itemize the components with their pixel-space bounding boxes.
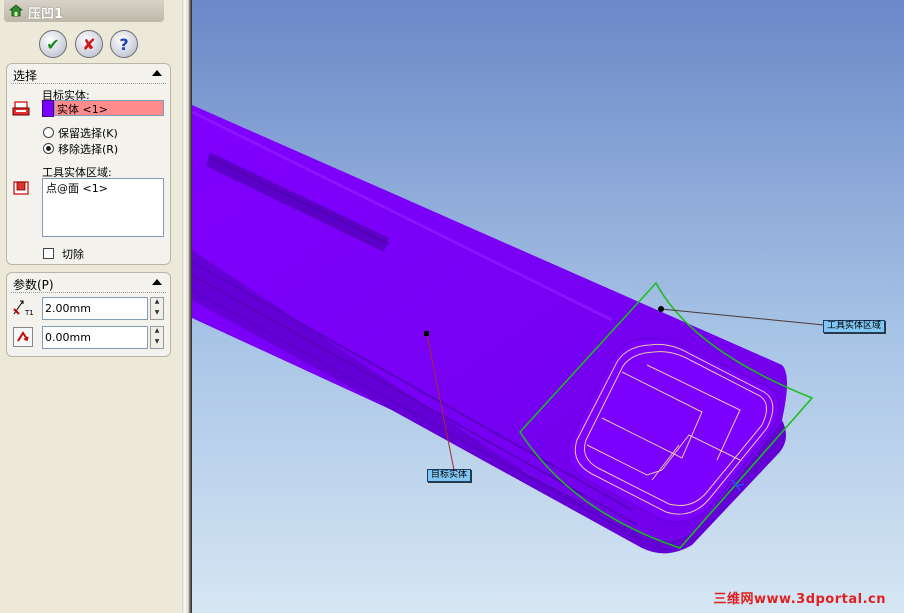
svg-text:T1: T1 [24,309,34,317]
collapse-selection-icon[interactable] [152,70,162,76]
clearance-input[interactable]: 0.00mm [42,326,148,349]
target-body-callout[interactable]: 目标实体 [427,469,472,482]
site-watermark: 三维网www.3dportal.cn [713,592,886,607]
checkmark-icon: ✔ [46,34,60,54]
target-body-value: 实体 <1> [57,103,108,116]
thickness-spinner[interactable]: ▲ ▼ [150,297,164,320]
cancel-button[interactable]: ✘ [75,30,103,58]
parameters-group: 参数(P) T1 2.00mm ▲ ▼ 0.00mm ▲ ▼ [6,272,171,357]
spin-up-icon[interactable]: ▲ [151,298,163,309]
tool-region-selection-box[interactable]: 点@面 <1> [42,178,164,237]
cut-label: 切除 [62,248,84,261]
cut-checkbox[interactable] [43,248,54,259]
panel-splitter[interactable] [182,0,192,613]
selection-group: 选择 目标实体: 实体 <1> 保留选择(K) 移除选择(R) 工具实体区域: … [6,63,171,265]
tool-region-callout-text: 工具实体区域 [827,321,882,331]
graphics-viewport[interactable]: 工具实体区域 目标实体 [192,0,904,613]
clearance-spinner[interactable]: ▲ ▼ [150,326,164,349]
tool-region-value: 点@面 <1> [46,182,108,195]
feature-title: 压凹1 [28,7,64,22]
spin-down-icon[interactable]: ▼ [151,338,163,349]
target-body-color-swatch [42,100,54,117]
target-body-icon [12,101,30,116]
keep-selection-label: 保留选择(K) [58,127,118,140]
remove-selection-label: 移除选择(R) [58,143,119,156]
property-manager: 压凹1 ✔ ✘ ? 选择 目标实体: 实体 <1> 保留选择(K) 移除选择(R… [0,0,182,613]
indent-feature-icon [9,4,23,17]
thickness-icon: T1 [13,300,34,317]
close-icon: ✘ [82,34,96,54]
clearance-value: 0.00mm [45,331,91,344]
help-button[interactable]: ? [110,30,138,58]
collapse-parameters-icon[interactable] [152,279,162,285]
target-body[interactable] [192,105,787,554]
remove-selection-radio[interactable] [43,143,54,154]
feature-title-bar: 压凹1 [4,0,164,22]
reverse-direction-icon [17,331,29,342]
model-view [192,105,825,554]
thickness-value: 2.00mm [45,302,91,315]
keep-selection-radio[interactable] [43,127,54,138]
thickness-input[interactable]: 2.00mm [42,297,148,320]
help-icon: ? [119,34,129,54]
target-body-selection-box[interactable]: 实体 <1> [54,100,164,116]
tool-region-anchor [658,306,664,312]
target-body-callout-text: 目标实体 [431,470,468,480]
tool-region-callout[interactable]: 工具实体区域 [823,320,886,333]
tool-region-icon [13,181,29,195]
ok-button[interactable]: ✔ [39,30,67,58]
parameters-group-title: 参数(P) [13,278,54,292]
target-body-anchor [424,331,429,336]
spin-down-icon[interactable]: ▼ [151,309,163,320]
selection-group-title: 选择 [13,69,38,83]
spin-up-icon[interactable]: ▲ [151,327,163,338]
reverse-direction-button[interactable] [13,327,33,347]
